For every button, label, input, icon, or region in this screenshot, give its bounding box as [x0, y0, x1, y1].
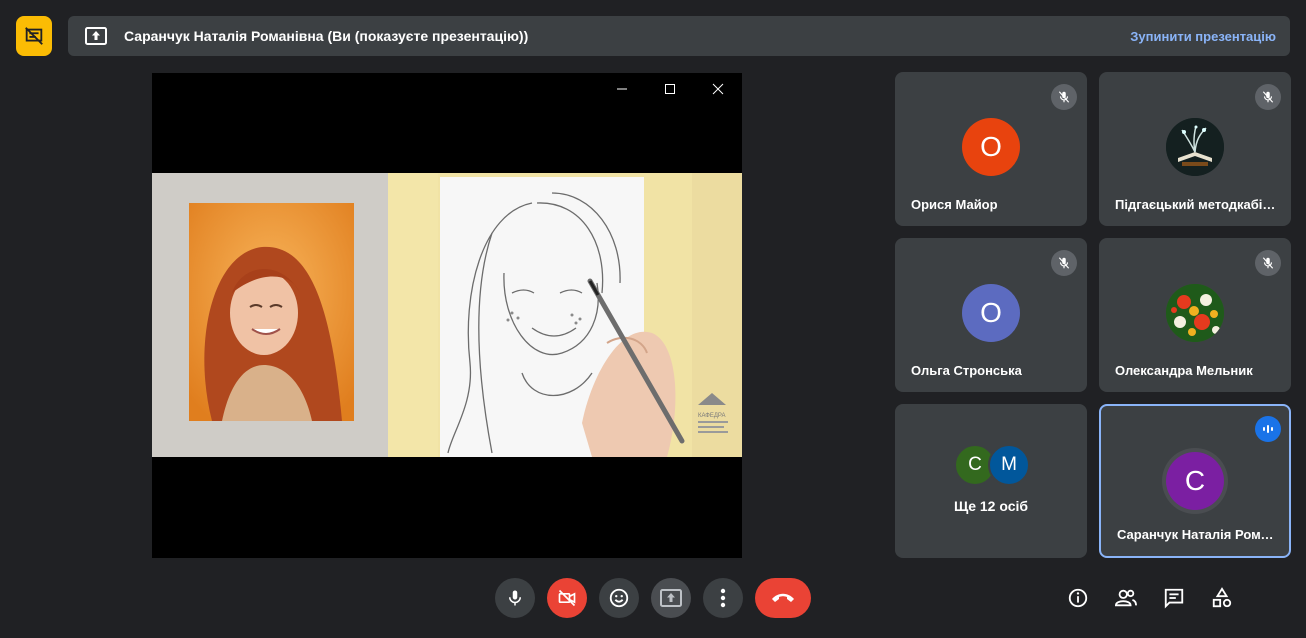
chat-button[interactable]	[1162, 586, 1186, 610]
meeting-details-button[interactable]	[1066, 586, 1090, 610]
avatar	[1166, 118, 1224, 176]
svg-text:КАФЕДРА: КАФЕДРА	[698, 413, 726, 419]
participant-tile[interactable]: Підгаєцький методкабінет	[1099, 72, 1291, 226]
presenting-off-icon	[25, 27, 43, 45]
camera-off-icon	[558, 589, 576, 607]
book-image	[1166, 118, 1224, 176]
presentation-bar: Саранчук Наталія Романівна (Ви (показуєт…	[68, 16, 1290, 56]
presentation-status-badge[interactable]	[16, 16, 52, 56]
more-participants-tile[interactable]: С М Ще 12 осіб	[895, 404, 1087, 558]
participant-name: Олександра Мельник	[1115, 363, 1253, 378]
mic-off-icon	[1255, 84, 1281, 110]
mic-off-icon	[1051, 84, 1077, 110]
maximize-icon[interactable]	[662, 81, 678, 97]
presentation-title: Саранчук Наталія Романівна (Ви (показуєт…	[124, 28, 529, 44]
activities-icon	[1212, 587, 1232, 608]
camera-button[interactable]	[547, 578, 587, 618]
mic-button[interactable]	[495, 578, 535, 618]
present-button[interactable]	[651, 578, 691, 618]
participant-tile[interactable]: Олександра Мельник	[1099, 238, 1291, 392]
self-participant-tile[interactable]: С Саранчук Наталія Романівна	[1099, 404, 1291, 558]
presentation-stage: КАФЕДРА	[152, 73, 742, 558]
activities-button[interactable]	[1210, 586, 1234, 610]
close-icon[interactable]	[710, 81, 726, 97]
avatar: С	[1166, 452, 1224, 510]
folk-pattern-image	[1166, 284, 1224, 342]
info-icon	[1068, 588, 1088, 608]
emoji-icon	[609, 588, 629, 608]
avatar	[1166, 284, 1224, 342]
avatar: М	[988, 444, 1030, 486]
leave-call-button[interactable]	[755, 578, 811, 618]
minimize-icon[interactable]	[614, 81, 630, 97]
participants-button[interactable]	[1114, 586, 1138, 610]
mic-icon	[509, 590, 521, 606]
avatar: О	[962, 118, 1020, 176]
mic-off-icon	[1255, 250, 1281, 276]
more-participants-label: Ще 12 осіб	[953, 498, 1029, 514]
chat-icon	[1164, 588, 1184, 609]
participant-name: Підгаєцький методкабінет	[1115, 197, 1279, 212]
reactions-button[interactable]	[599, 578, 639, 618]
participant-tile[interactable]: О Ольга Стронська	[895, 238, 1087, 392]
avatar: О	[962, 284, 1020, 342]
speaking-indicator-icon	[1255, 416, 1281, 442]
participant-name: Саранчук Наталія Романівна	[1117, 527, 1277, 542]
participant-name: Ольга Стронська	[911, 363, 1022, 378]
shared-slide-image: КАФЕДРА	[152, 173, 742, 457]
stop-presenting-button[interactable]: Зупинити презентацію	[1130, 29, 1276, 44]
mic-off-icon	[1051, 250, 1077, 276]
call-end-icon	[772, 593, 794, 602]
more-vert-icon	[720, 588, 726, 608]
present-to-all-icon	[84, 24, 108, 48]
participant-name: Орися Майор	[911, 197, 998, 212]
present-icon	[660, 589, 682, 607]
more-options-button[interactable]	[703, 578, 743, 618]
participant-tile[interactable]: О Орися Майор	[895, 72, 1087, 226]
people-icon	[1114, 589, 1137, 607]
